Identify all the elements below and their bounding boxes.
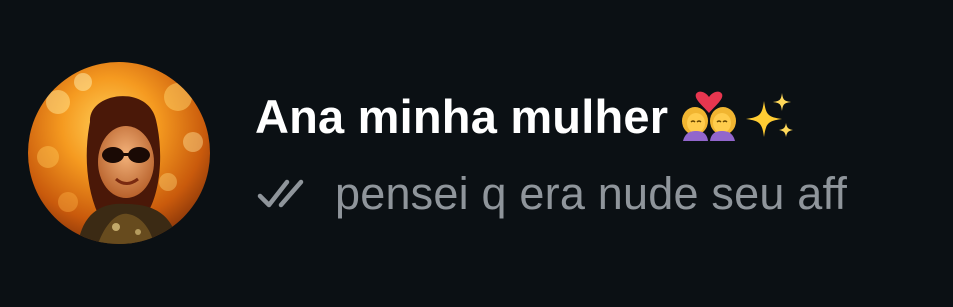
name-emojis	[680, 91, 794, 141]
sparkles-icon	[746, 93, 794, 137]
profile-photo	[28, 62, 210, 244]
couple-with-heart-icon	[682, 91, 737, 141]
chat-list-item[interactable]: Ana minha mulher pensei q era nude seu a…	[0, 0, 953, 307]
contact-name: Ana minha mulher	[255, 89, 669, 143]
last-message-preview: pensei q era nude seu aff	[335, 168, 848, 219]
chat-title-line: Ana minha mulher	[255, 84, 794, 148]
last-message-line: pensei q era nude seu aff	[257, 164, 847, 224]
double-check-icon	[257, 179, 304, 208]
avatar[interactable]	[28, 62, 210, 244]
